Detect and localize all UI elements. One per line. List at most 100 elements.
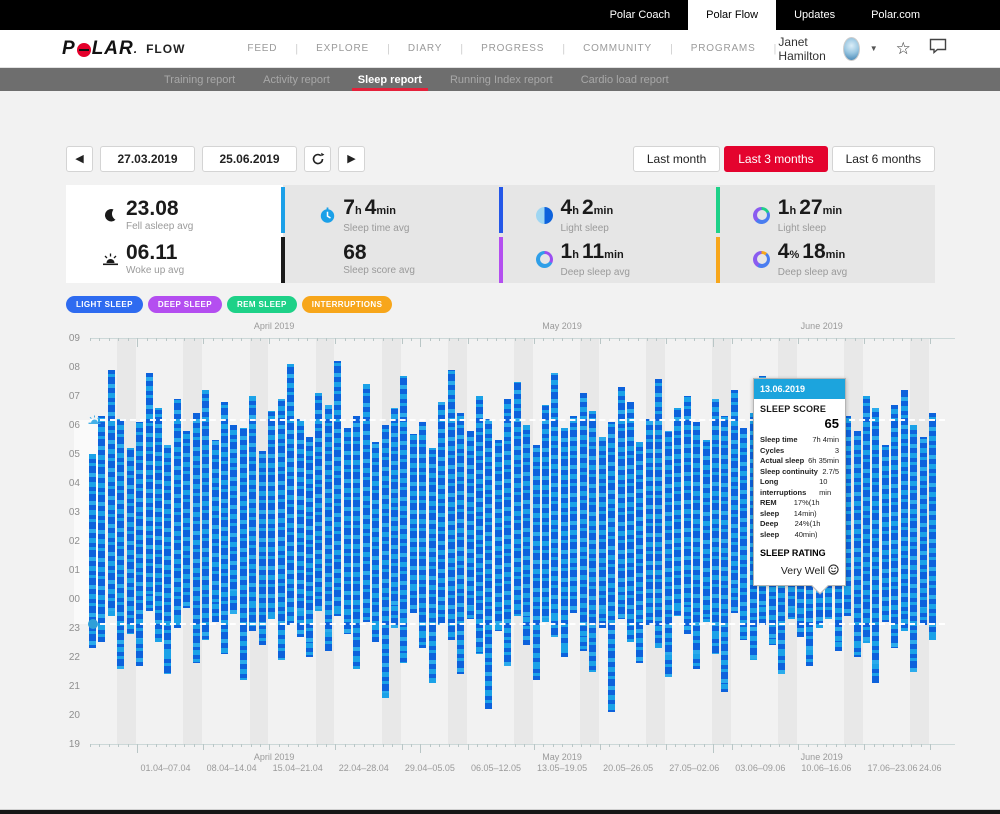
sleep-night-bar[interactable] <box>230 425 237 614</box>
sleep-night-bar[interactable] <box>533 445 540 680</box>
sleep-night-bar[interactable] <box>467 431 474 620</box>
sleep-night-bar[interactable] <box>297 419 304 637</box>
sleep-night-bar[interactable] <box>127 448 134 634</box>
sleep-night-bar[interactable] <box>929 413 936 639</box>
tab-cardio-load-report[interactable]: Cardio load report <box>567 68 683 91</box>
sleep-night-bar[interactable] <box>391 408 398 628</box>
refresh-button[interactable] <box>304 146 331 172</box>
sleep-night-bar[interactable] <box>693 422 700 669</box>
sleep-night-bar[interactable] <box>882 445 889 622</box>
chevron-down-icon[interactable]: ▼ <box>870 44 878 53</box>
date-from-field[interactable]: 27.03.2019 <box>100 146 195 172</box>
sleep-night-bar[interactable] <box>240 428 247 680</box>
sleep-night-bar[interactable] <box>646 419 653 625</box>
sleep-night-bar[interactable] <box>674 408 681 617</box>
sleep-night-bar[interactable] <box>910 425 917 672</box>
sleep-night-bar[interactable] <box>268 411 275 620</box>
sleep-night-bar[interactable] <box>193 413 200 662</box>
sleep-night-bar[interactable] <box>315 393 322 611</box>
polar-logo[interactable]: PLAR. <box>62 38 138 60</box>
sleep-night-bar[interactable] <box>854 431 861 657</box>
sleep-night-bar[interactable] <box>551 373 558 637</box>
last-month-button[interactable]: Last month <box>633 146 720 172</box>
sleep-night-bar[interactable] <box>212 440 219 623</box>
sleep-night-bar[interactable] <box>863 396 870 643</box>
sleep-night-bar[interactable] <box>504 399 511 666</box>
sleep-night-bar[interactable] <box>665 431 672 678</box>
last-3-months-button[interactable]: Last 3 months <box>724 146 827 172</box>
sleep-night-bar[interactable] <box>410 434 417 614</box>
sleep-night-bar[interactable] <box>476 396 483 654</box>
sleep-night-bar[interactable] <box>108 370 115 617</box>
sleep-night-bar[interactable] <box>636 442 643 662</box>
nav-item-community[interactable]: COMMUNITY <box>567 43 668 54</box>
sleep-night-bar[interactable] <box>400 376 407 663</box>
sleep-night-bar[interactable] <box>712 399 719 654</box>
sleep-night-bar[interactable] <box>136 422 143 666</box>
last-6-months-button[interactable]: Last 6 months <box>832 146 935 172</box>
sleep-night-bar[interactable] <box>287 364 294 625</box>
sleep-night-bar[interactable] <box>334 361 341 616</box>
sleep-night-bar[interactable] <box>901 390 908 631</box>
avatar[interactable] <box>843 37 860 61</box>
sleep-night-bar[interactable] <box>618 387 625 619</box>
favorites-star-icon[interactable]: ☆ <box>896 39 911 59</box>
sleep-night-bar[interactable] <box>325 405 332 652</box>
sleep-night-bar[interactable] <box>117 419 124 668</box>
sleep-night-bar[interactable] <box>249 396 256 631</box>
sleep-night-bar[interactable] <box>891 405 898 649</box>
sleep-night-bar[interactable] <box>599 437 606 628</box>
sleep-night-bar[interactable] <box>353 416 360 668</box>
sleep-night-bar[interactable] <box>164 445 171 674</box>
sleep-night-bar[interactable] <box>485 419 492 709</box>
user-name[interactable]: Janet Hamilton <box>778 35 832 63</box>
sleep-night-bar[interactable] <box>580 393 587 651</box>
sleep-night-bar[interactable] <box>731 390 738 613</box>
tab-sleep-report[interactable]: Sleep report <box>344 68 436 91</box>
tab-training-report[interactable]: Training report <box>150 68 249 91</box>
sleep-night-bar[interactable] <box>495 440 502 631</box>
sleep-night-bar[interactable] <box>721 416 728 692</box>
sleep-night-bar[interactable] <box>183 431 190 608</box>
sleep-night-bar[interactable] <box>174 399 181 628</box>
topbar-tab-polar-com[interactable]: Polar.com <box>853 0 938 30</box>
next-period-button[interactable]: ▶ <box>338 146 365 172</box>
sleep-night-bar[interactable] <box>372 442 379 642</box>
nav-item-diary[interactable]: DIARY <box>392 43 458 54</box>
sleep-night-bar[interactable] <box>627 402 634 643</box>
sleep-night-bar[interactable] <box>344 428 351 634</box>
nav-item-programs[interactable]: PROGRAMS <box>675 43 772 54</box>
sleep-night-bar[interactable] <box>278 399 285 660</box>
sleep-night-bar[interactable] <box>98 416 105 642</box>
sleep-night-bar[interactable] <box>655 379 662 649</box>
nav-item-feed[interactable]: FEED <box>231 43 293 54</box>
sleep-chart[interactable]: April 2019April 2019May 2019May 2019June… <box>0 0 1000 814</box>
tab-activity-report[interactable]: Activity report <box>249 68 344 91</box>
topbar-tab-polar-flow[interactable]: Polar Flow <box>688 0 776 30</box>
sleep-night-bar[interactable] <box>306 437 313 657</box>
topbar-tab-polar-coach[interactable]: Polar Coach <box>592 0 689 30</box>
sleep-night-bar[interactable] <box>608 422 615 712</box>
tab-running-index-report[interactable]: Running Index report <box>436 68 567 91</box>
nav-item-explore[interactable]: EXPLORE <box>300 43 385 54</box>
sleep-night-bar[interactable] <box>146 373 153 611</box>
feedback-bubble-icon[interactable] <box>929 38 947 59</box>
sleep-night-bar[interactable] <box>589 411 596 672</box>
legend-chip-interruptions[interactable]: INTERRUPTIONS <box>302 296 393 313</box>
sleep-night-bar[interactable] <box>221 402 228 654</box>
sleep-night-bar[interactable] <box>155 408 162 643</box>
topbar-tab-updates[interactable]: Updates <box>776 0 853 30</box>
date-to-field[interactable]: 25.06.2019 <box>202 146 297 172</box>
sleep-night-bar[interactable] <box>438 402 445 625</box>
sleep-night-bar[interactable] <box>561 428 568 657</box>
sleep-night-bar[interactable] <box>382 425 389 698</box>
prev-period-button[interactable]: ◀ <box>66 146 93 172</box>
sleep-night-bar[interactable] <box>570 416 577 613</box>
sleep-night-bar[interactable] <box>429 448 436 683</box>
nav-item-progress[interactable]: PROGRESS <box>465 43 560 54</box>
legend-chip-light-sleep[interactable]: LIGHT SLEEP <box>66 296 143 313</box>
sleep-night-bar[interactable] <box>419 422 426 648</box>
sleep-night-bar[interactable] <box>920 437 927 626</box>
sleep-night-bar[interactable] <box>363 384 370 622</box>
sleep-night-bar[interactable] <box>202 390 209 639</box>
